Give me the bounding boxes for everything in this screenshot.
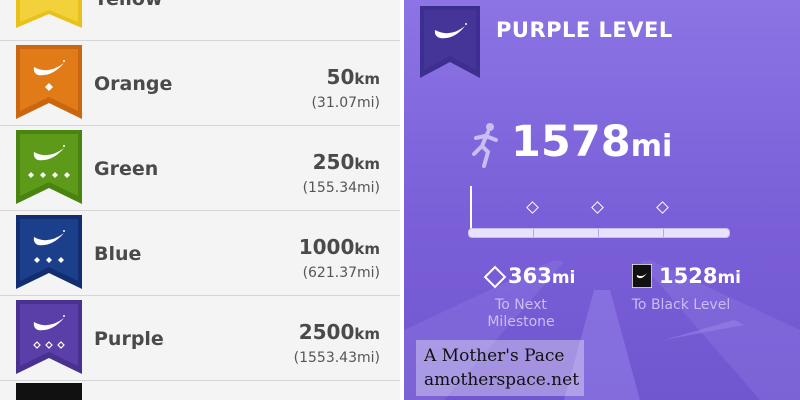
level-row-purple[interactable]: Purple 2500km (1553.43mi) [0, 296, 400, 381]
level-list: Yellow Orange 50km (31.07mi) [0, 0, 400, 400]
black-level-label: To Black Level [631, 297, 731, 313]
yellow-badge-icon [14, 0, 84, 36]
watermark-line-1: A Mother's Pace [424, 346, 565, 366]
progress-tick [533, 229, 534, 237]
level-name: Purple [94, 328, 164, 350]
progress-tick [663, 229, 664, 237]
black-level-distance: 1528mi [659, 264, 741, 288]
level-detail-panel: PURPLE LEVEL 1578mi 363mi To Next Milest… [404, 0, 800, 400]
blue-badge-icon [14, 215, 84, 291]
level-row-green[interactable]: Green 250km (155.34mi) [0, 126, 400, 211]
level-mi: (1553.43mi) [293, 350, 380, 366]
purple-badge-icon [14, 300, 84, 376]
watermark-line-2: amotherspace.net [424, 370, 580, 390]
level-km: 2500km [298, 320, 380, 344]
next-milestone-distance: 363mi [508, 264, 576, 288]
black-badge-icon [14, 383, 84, 400]
level-name: Green [94, 158, 159, 180]
level-mi: (31.07mi) [311, 95, 380, 111]
level-row-yellow[interactable]: Yellow [0, 0, 400, 41]
level-km: 250km [312, 150, 380, 174]
level-name: Orange [94, 73, 173, 95]
level-km: 50km [326, 65, 380, 89]
level-name: Yellow [94, 0, 163, 10]
level-row-blue[interactable]: Blue 1000km (621.37mi) [0, 211, 400, 296]
purple-level-badge-icon [420, 6, 480, 84]
progress-tick [598, 229, 599, 237]
progress-marker [470, 186, 472, 230]
level-row-black[interactable] [0, 381, 400, 400]
runner-icon [468, 122, 504, 172]
level-mi: (621.37mi) [302, 265, 380, 281]
total-distance: 1578mi [511, 117, 673, 167]
level-name: Blue [94, 243, 142, 265]
panel-title: PURPLE LEVEL [496, 18, 673, 42]
next-milestone-label: To Next Milestone [487, 297, 555, 330]
level-km: 1000km [298, 235, 380, 259]
green-badge-icon [14, 130, 84, 206]
level-row-orange[interactable]: Orange 50km (31.07mi) [0, 41, 400, 126]
progress-bar [468, 228, 730, 238]
level-mi: (155.34mi) [302, 180, 380, 196]
orange-badge-icon [14, 45, 84, 121]
black-level-badge-icon [631, 263, 653, 292]
